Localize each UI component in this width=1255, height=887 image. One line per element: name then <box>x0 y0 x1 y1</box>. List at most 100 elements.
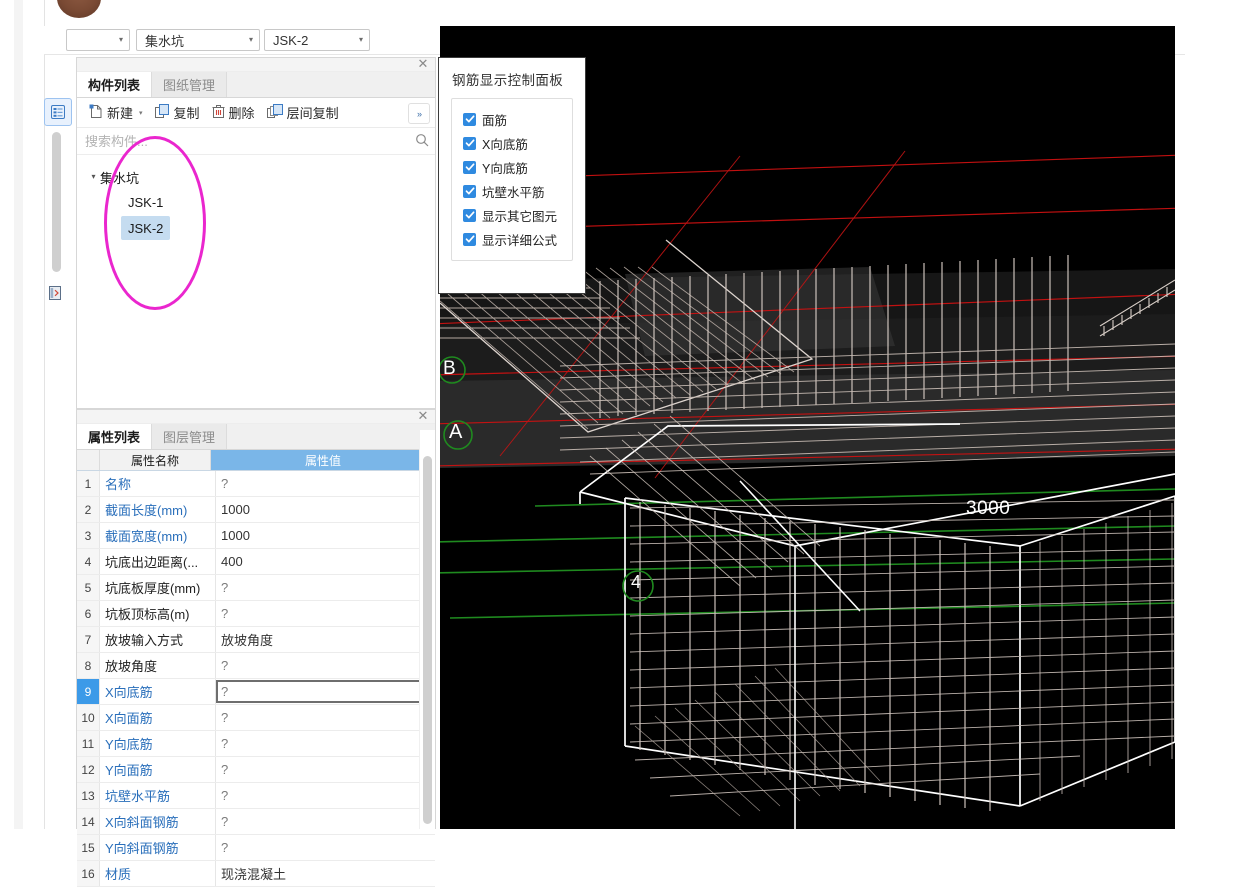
property-value-cell[interactable]: ? <box>216 809 435 834</box>
header-property-name: 属性名称 <box>100 450 211 470</box>
tree-item-jsk-1[interactable]: JSK-1 <box>121 190 170 214</box>
property-name-cell: 名称 <box>100 471 216 496</box>
component-type-select[interactable]: 集水坑 ▾ <box>136 29 260 51</box>
checkbox-icon[interactable] <box>463 232 476 246</box>
table-row[interactable]: 7 放坡输入方式 放坡角度 <box>77 627 435 653</box>
table-row[interactable]: 16 材质 现浇混凝土 <box>77 861 435 887</box>
tab-component-list-label: 构件列表 <box>88 78 141 93</box>
property-scrollbar[interactable] <box>423 456 432 824</box>
table-row[interactable]: 1 名称? <box>77 471 435 497</box>
tab-property-list[interactable]: 属性列表 <box>77 424 153 449</box>
property-value-cell[interactable]: ? <box>216 653 435 678</box>
panel-toggle-icon[interactable] <box>48 285 62 301</box>
table-row[interactable]: 15 Y向斜面钢筋? <box>77 835 435 861</box>
checkbox-icon[interactable] <box>463 112 476 126</box>
rebar-option-row[interactable]: X向底筋 <box>452 131 572 155</box>
checkbox-icon[interactable] <box>463 184 476 198</box>
property-name-cell: 截面宽度(mm) <box>100 523 216 548</box>
property-value-cell[interactable]: ? <box>216 835 435 860</box>
copy-button-label: 复制 <box>173 106 200 121</box>
rebar-option-row[interactable]: 面筋 <box>452 107 572 131</box>
search-icon[interactable] <box>409 133 435 150</box>
rebar-option-row[interactable]: 显示其它图元 <box>452 203 572 227</box>
table-row[interactable]: 5 坑底板厚度(mm)? <box>77 575 435 601</box>
close-icon[interactable]: ✕ <box>415 56 431 72</box>
property-value-cell[interactable]: 1000 <box>216 497 435 522</box>
copy-icon <box>154 103 170 122</box>
left-rail-scrollbar[interactable] <box>52 132 61 272</box>
tab-component-list[interactable]: 构件列表 <box>77 72 153 97</box>
tree-item-jsk-2[interactable]: JSK-2 <box>121 216 171 240</box>
property-value-cell[interactable]: 1000 <box>216 523 435 548</box>
property-value-cell[interactable]: ? <box>216 575 435 600</box>
checkbox-icon[interactable] <box>463 160 476 174</box>
new-button[interactable]: 新建 ▾ <box>83 101 149 125</box>
table-row[interactable]: 6 坑板顶标高(m)? <box>77 601 435 627</box>
tree-group-jishuikeng[interactable]: ▾ 集水坑 <box>77 165 435 189</box>
copy-button[interactable]: 复制 <box>149 101 206 125</box>
table-row[interactable]: 9 X向底筋? <box>77 679 435 705</box>
close-icon[interactable]: ✕ <box>415 408 431 424</box>
component-tree: ▾ 集水坑 JSK-1 JSK-2 <box>77 155 435 398</box>
table-row[interactable]: 2 截面长度(mm) 1000 <box>77 497 435 523</box>
table-row[interactable]: 11 Y向底筋? <box>77 731 435 757</box>
component-panel-titlebar: ✕ <box>77 56 435 72</box>
property-value-cell[interactable]: ? <box>216 471 435 496</box>
property-list-panel: ✕ 属性列表 图层管理 属性名称 属性值 1 名称? 2 截面长度(mm) 1000 3 截… <box>76 408 436 887</box>
rebar-option-row[interactable]: 显示详细公式 <box>452 227 572 251</box>
rebar-option-label: X向底筋 <box>482 137 528 152</box>
property-name-cell: X向面筋 <box>100 705 216 730</box>
toolbar-overflow-button[interactable]: » <box>408 103 430 124</box>
property-name-cell: 截面长度(mm) <box>100 497 216 522</box>
component-name-select[interactable]: JSK-2 ▾ <box>264 29 370 51</box>
property-value-cell[interactable]: ? <box>216 757 435 782</box>
list-panel-icon[interactable] <box>44 98 72 126</box>
property-value-cell[interactable]: 现浇混凝土 <box>216 861 435 886</box>
table-row[interactable]: 4 坑底出边距离(... 400 <box>77 549 435 575</box>
table-row[interactable]: 10 X向面筋? <box>77 705 435 731</box>
property-value-cell[interactable]: ? <box>216 601 435 626</box>
checkbox-icon[interactable] <box>463 136 476 150</box>
row-index: 14 <box>77 809 100 834</box>
property-value-cell[interactable]: ? <box>216 731 435 756</box>
chevron-down-icon[interactable]: ▾ <box>87 173 100 181</box>
property-name-cell: 放坡输入方式 <box>100 627 216 652</box>
property-table-header: 属性名称 属性值 <box>77 450 435 471</box>
row-index: 11 <box>77 731 100 756</box>
row-index: 5 <box>77 575 100 600</box>
tab-drawing-management[interactable]: 图纸管理 <box>152 72 228 97</box>
checkbox-icon[interactable] <box>463 208 476 222</box>
row-index: 2 <box>77 497 100 522</box>
table-row[interactable]: 8 放坡角度? <box>77 653 435 679</box>
rebar-option-row[interactable]: Y向底筋 <box>452 155 572 179</box>
level-select[interactable]: ▾ <box>66 29 130 51</box>
chevron-down-icon: ▾ <box>118 35 123 44</box>
property-value-cell[interactable]: ? <box>216 705 435 730</box>
table-row[interactable]: 13 坑壁水平筋? <box>77 783 435 809</box>
property-table-body: 1 名称? 2 截面长度(mm) 1000 3 截面宽度(mm) 1000 4 坑底出边距离(..… <box>77 471 435 887</box>
rebar-panel-title: 钢筋显示控制面板 <box>452 73 564 88</box>
rebar-display-control-panel: 钢筋显示控制面板 面筋 X向底筋 Y向底筋 坑壁水平筋 显示其它图元 显示详细公式 <box>438 57 586 294</box>
table-row[interactable]: 12 Y向面筋? <box>77 757 435 783</box>
delete-button[interactable]: 删除 <box>206 101 261 125</box>
table-row[interactable]: 3 截面宽度(mm) 1000 <box>77 523 435 549</box>
component-type-select-value: 集水坑 <box>145 33 185 49</box>
component-name-select-value: JSK-2 <box>273 32 309 48</box>
row-index: 13 <box>77 783 100 808</box>
rebar-option-row[interactable]: 坑壁水平筋 <box>452 179 572 203</box>
chevron-down-icon[interactable]: ▾ <box>139 109 143 117</box>
table-row[interactable]: 14 X向斜面钢筋? <box>77 809 435 835</box>
copy-between-floors-button[interactable]: 层间复制 <box>261 101 345 125</box>
property-value-cell[interactable]: 400 <box>216 549 435 574</box>
property-name-cell: 材质 <box>100 861 216 886</box>
component-search-row <box>77 128 435 155</box>
search-input[interactable] <box>77 129 409 153</box>
component-list-panel: ✕ 构件列表 图纸管理 新建 ▾ 复制 删除 层间复制 » 搜索构件... ▾ … <box>76 56 436 409</box>
rebar-option-group: 面筋 X向底筋 Y向底筋 坑壁水平筋 显示其它图元 显示详细公式 <box>451 98 573 261</box>
row-index: 3 <box>77 523 100 548</box>
property-value-cell[interactable]: ? <box>216 783 435 808</box>
property-value-cell[interactable]: 放坡角度 <box>216 627 435 652</box>
tab-layer-management[interactable]: 图层管理 <box>152 424 228 449</box>
tab-layer-management-label: 图层管理 <box>163 430 216 445</box>
property-value-input[interactable]: ? <box>216 680 433 703</box>
